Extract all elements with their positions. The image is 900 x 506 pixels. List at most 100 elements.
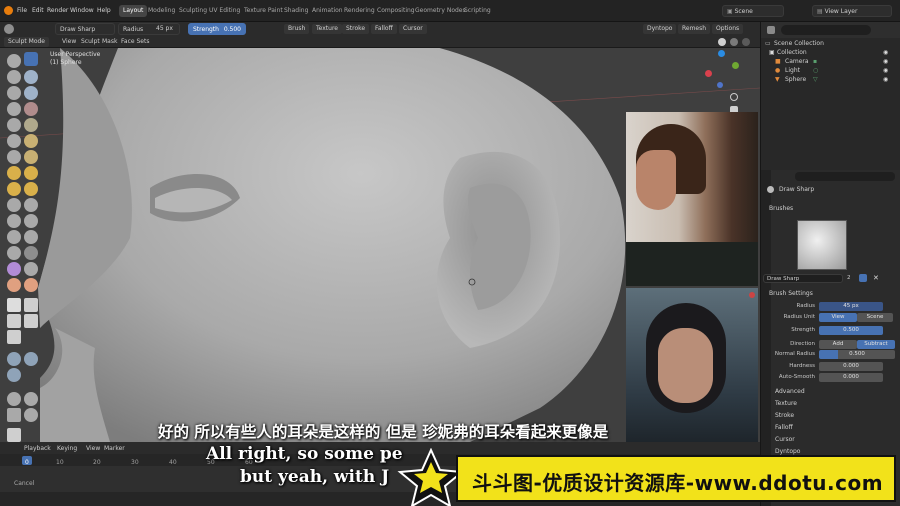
tool-snake-hook-icon[interactable] [7, 182, 21, 196]
gizmo-x-neg-icon[interactable] [717, 82, 723, 88]
stroke-dropdown[interactable]: Stroke [342, 24, 370, 34]
section-falloff[interactable]: Falloff [775, 424, 793, 431]
hardness-field[interactable]: 0.000 [819, 362, 883, 371]
shading-solid-icon[interactable] [718, 38, 726, 46]
outliner-sphere[interactable]: ▼ Sphere ▽ ◉ [761, 76, 900, 85]
tool-flatten-icon[interactable] [24, 118, 38, 132]
timeline-playback-menu[interactable]: Playback [24, 445, 51, 452]
options-dropdown[interactable]: Options [712, 24, 744, 34]
tool-box-mask-icon[interactable] [7, 298, 21, 312]
tool-rotate-icon[interactable] [7, 214, 21, 228]
tool-slide-relax-icon[interactable] [24, 214, 38, 228]
brush-name-field[interactable]: Draw Sharp [55, 23, 115, 35]
menu-window[interactable]: Window [70, 7, 94, 14]
tool-clay-icon[interactable] [7, 70, 21, 84]
tool-move-icon[interactable] [7, 392, 21, 406]
menu-face-sets[interactable]: Face Sets [121, 38, 149, 45]
auto-smooth-field[interactable]: 0.000 [819, 373, 883, 382]
tool-annotate-icon[interactable] [7, 428, 21, 442]
menu-help[interactable]: Help [97, 7, 111, 14]
outliner-light[interactable]: ● Light ○ ◉ [761, 67, 900, 76]
direction-subtract[interactable]: Subtract [857, 340, 895, 349]
menu-sculpt[interactable]: Sculpt [81, 38, 100, 45]
falloff-dropdown[interactable]: Falloff [371, 24, 397, 34]
gizmo-y-axis-icon[interactable] [732, 62, 739, 69]
tool-box-hide-icon[interactable] [24, 298, 38, 312]
tool-pinch-icon[interactable] [24, 150, 38, 164]
navigation-gizmo[interactable] [700, 50, 750, 90]
tool-draw-face-sets-icon[interactable] [7, 262, 21, 276]
tool-clay-strips-icon[interactable] [24, 70, 38, 84]
brush-dropdown[interactable]: Brush [284, 24, 310, 34]
section-stroke[interactable]: Stroke [775, 412, 794, 419]
brush-settings-section[interactable]: Brush Settings [769, 290, 813, 297]
shading-material-icon[interactable] [730, 38, 738, 46]
gizmo-z-axis-icon[interactable] [718, 50, 725, 57]
tool-layer-icon[interactable] [7, 86, 21, 100]
light-visibility-icon[interactable]: ◉ [883, 67, 888, 74]
outliner-search-input[interactable] [781, 25, 871, 35]
tool-thumb-icon[interactable] [24, 182, 38, 196]
tool-box-face-set-icon[interactable] [7, 314, 21, 328]
tool-nudge-icon[interactable] [24, 198, 38, 212]
outliner-scene-collection[interactable]: ▭ Scene Collection [761, 40, 900, 49]
tool-elastic-icon[interactable] [24, 166, 38, 180]
blender-logo-icon[interactable] [4, 6, 13, 15]
mode-selector[interactable]: Sculpt Mode [4, 37, 49, 47]
collection-visibility-icon[interactable]: ◉ [883, 49, 888, 56]
brushes-section[interactable]: Brushes [769, 205, 793, 212]
tool-cloth-filter-icon[interactable] [24, 352, 38, 366]
direction-add[interactable]: Add [819, 340, 857, 349]
section-dyntopo[interactable]: Dyntopo [775, 448, 800, 455]
menu-edit[interactable]: Edit [32, 7, 44, 14]
tab-uv-editing[interactable]: UV Editing [205, 5, 244, 17]
brush-unlink-icon[interactable]: ✕ [873, 274, 881, 282]
tool-crease-icon[interactable] [24, 102, 38, 116]
cursor-dropdown[interactable]: Cursor [399, 24, 427, 34]
tool-paint-icon[interactable] [7, 278, 21, 292]
tool-simplify-icon[interactable] [7, 246, 21, 260]
radius-unit-scene[interactable]: Scene [857, 313, 893, 322]
properties-search-input[interactable] [795, 172, 895, 181]
outliner-filter-icon[interactable] [767, 26, 775, 34]
outliner-camera[interactable]: ■ Camera ▪ ◉ [761, 58, 900, 67]
tool-draw-icon[interactable] [7, 54, 21, 68]
view-layer-selector[interactable]: ▤ View Layer [812, 5, 892, 17]
texture-dropdown[interactable]: Texture [312, 24, 342, 34]
tool-fill-icon[interactable] [7, 134, 21, 148]
menu-render[interactable]: Render [47, 7, 68, 14]
strength-value-field[interactable]: 0.500 [819, 326, 883, 335]
tool-mask-icon[interactable] [24, 246, 38, 260]
tool-box-trim-icon[interactable] [24, 314, 38, 328]
tool-pose-icon[interactable] [7, 198, 21, 212]
brush-icon[interactable] [4, 24, 14, 34]
dyntopo-dropdown[interactable]: Dyntopo [643, 24, 677, 34]
menu-mask[interactable]: Mask [102, 38, 117, 45]
brush-name-input[interactable]: Draw Sharp [763, 274, 843, 283]
normal-radius-field[interactable]: 0.500 [819, 350, 895, 359]
tool-smooth-icon[interactable] [7, 118, 21, 132]
tool-boundary-icon[interactable] [7, 230, 21, 244]
tool-cloth-icon[interactable] [24, 230, 38, 244]
tool-draw-sharp-icon[interactable] [24, 52, 38, 66]
timeline-keying-menu[interactable]: Keying [57, 445, 77, 452]
tool-mesh-filter-icon[interactable] [7, 352, 21, 366]
tool-smear-icon[interactable] [24, 278, 38, 292]
tool-scale-icon[interactable] [7, 408, 21, 422]
sphere-visibility-icon[interactable]: ◉ [883, 76, 888, 83]
tab-modeling[interactable]: Modeling [144, 5, 179, 17]
timeline-marker-menu[interactable]: Marker [104, 445, 125, 452]
tool-color-filter-icon[interactable] [7, 368, 21, 382]
section-texture[interactable]: Texture [775, 400, 797, 407]
tool-scrape-icon[interactable] [24, 134, 38, 148]
3d-viewport[interactable]: User Perspective (1) Sphere [0, 48, 760, 442]
gizmo-x-axis-icon[interactable] [705, 70, 712, 77]
radius-value[interactable]: 45 px [152, 23, 184, 35]
timeline-view-menu[interactable]: View [86, 445, 100, 452]
menu-view[interactable]: View [62, 38, 76, 45]
tool-transform-icon[interactable] [24, 408, 38, 422]
tool-inflate-icon[interactable] [24, 86, 38, 100]
remesh-dropdown[interactable]: Remesh [678, 24, 711, 34]
tool-grab-icon[interactable] [7, 166, 21, 180]
tool-blob-icon[interactable] [7, 102, 21, 116]
